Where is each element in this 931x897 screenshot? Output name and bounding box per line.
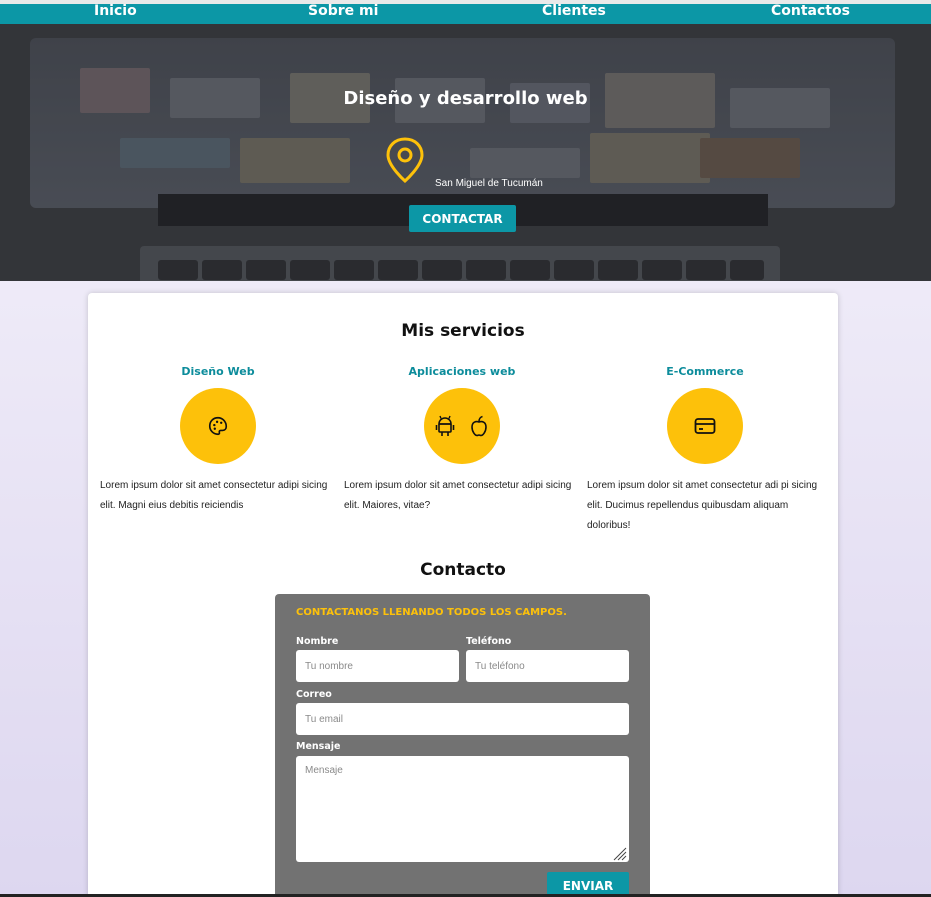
resize-handle-icon[interactable]: [611, 845, 627, 861]
mensaje-textarea[interactable]: [296, 756, 629, 862]
service-aplicaciones-web: Aplicaciones web Lorem ipsum dolor sit a…: [344, 365, 580, 516]
correo-label: Correo: [296, 689, 332, 700]
nombre-label: Nombre: [296, 636, 339, 647]
nav-link-clientes[interactable]: Clientes: [542, 4, 606, 19]
palette-icon: [208, 416, 228, 436]
contactar-button[interactable]: CONTACTAR: [409, 205, 516, 232]
top-navbar: Inicio Sobre mi Clientes Contactos: [0, 0, 931, 24]
services-title: Mis servicios: [401, 321, 525, 341]
service-description: Lorem ipsum dolor sit amet consectetur a…: [587, 480, 818, 531]
service-name: Diseño Web: [181, 365, 255, 378]
android-icon: [435, 415, 455, 436]
hero-location: San Miguel de Tucumán: [435, 178, 543, 189]
service-e-commerce: E-Commerce Lorem ipsum dolor sit amet co…: [587, 365, 823, 536]
location-pin-icon: [386, 137, 424, 184]
contact-title: Contacto: [420, 560, 506, 580]
nav-link-contactos[interactable]: Contactos: [771, 4, 850, 19]
service-description: Lorem ipsum dolor sit amet consectetur a…: [344, 480, 572, 511]
service-icon-circle: [667, 388, 743, 464]
mensaje-label: Mensaje: [296, 741, 341, 752]
nombre-input[interactable]: [296, 650, 459, 682]
hero-banner: Diseño y desarrollo web San Miguel de Tu…: [0, 24, 931, 281]
nav-link-sobre-mi[interactable]: Sobre mi: [308, 4, 378, 19]
apple-icon: [471, 415, 487, 437]
service-name: Aplicaciones web: [408, 365, 516, 378]
contact-form: CONTACTANOS LLENANDO TODOS LOS CAMPOS. N…: [275, 594, 650, 897]
email-input[interactable]: [296, 703, 629, 735]
service-icon-circle: [180, 388, 256, 464]
service-description: Lorem ipsum dolor sit amet consectetur a…: [100, 480, 328, 511]
service-diseno-web: Diseño Web Lorem ipsum dolor sit amet co…: [100, 365, 336, 516]
nav-link-inicio[interactable]: Inicio: [94, 4, 137, 19]
telefono-label: Teléfono: [466, 636, 512, 647]
form-heading: CONTACTANOS LLENANDO TODOS LOS CAMPOS.: [296, 607, 567, 618]
service-name: E-Commerce: [666, 365, 744, 378]
telefono-input[interactable]: [466, 650, 629, 682]
hero-title: Diseño y desarrollo web: [343, 88, 588, 109]
credit-card-icon: [694, 418, 716, 434]
service-icon-circle: [424, 388, 500, 464]
content-card: Mis servicios Diseño Web Lorem ipsum dol…: [88, 293, 838, 897]
